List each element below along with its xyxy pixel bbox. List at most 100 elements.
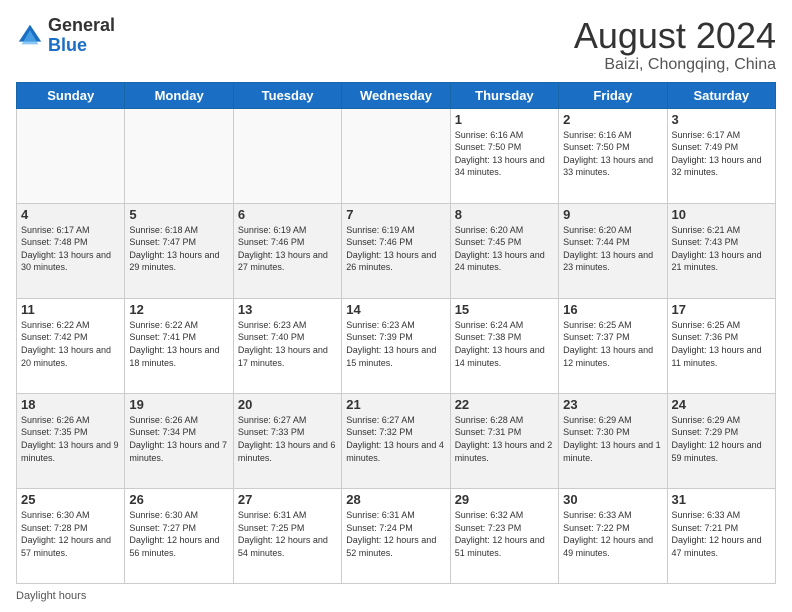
- table-row: 21 Sunrise: 6:27 AM Sunset: 7:32 PM Dayli…: [342, 393, 450, 488]
- table-row: 23Sunrise: 6:29 AM Sunset: 7:30 PM Dayli…: [559, 393, 667, 488]
- table-row: [233, 108, 341, 203]
- table-row: 11 Sunrise: 6:22 AM Sunset: 7:42 PM Dayli…: [17, 298, 125, 393]
- table-row: [125, 108, 233, 203]
- day-number: 25: [21, 492, 120, 507]
- day-info: Sunrise: 6:27 AM Sunset: 7:32 PM Dayligh…: [346, 414, 445, 464]
- day-info: Sunrise: 6:17 AM Sunset: 7:49 PM Dayligh…: [672, 129, 771, 179]
- footer: Daylight hours: [16, 590, 776, 602]
- day-number: 14: [346, 302, 445, 317]
- calendar-table: Sunday Monday Tuesday Wednesday Thursday…: [16, 82, 776, 584]
- day-number: 5: [129, 207, 228, 222]
- page: General Blue August 2024 Baizi, Chongqin…: [0, 0, 792, 612]
- day-number: 29: [455, 492, 554, 507]
- table-row: 14 Sunrise: 6:23 AM Sunset: 7:39 PM Dayli…: [342, 298, 450, 393]
- day-number: 1: [455, 112, 554, 127]
- day-info: Sunrise: 6:33 AM Sunset: 7:22 PM Dayligh…: [563, 509, 662, 559]
- day-info: Sunrise: 6:16 AM Sunset: 7:50 PM Dayligh…: [563, 129, 662, 179]
- table-row: 2 Sunrise: 6:16 AM Sunset: 7:50 PM Daylig…: [559, 108, 667, 203]
- col-wednesday: Wednesday: [342, 82, 450, 108]
- table-row: 13Sunrise: 6:23 AM Sunset: 7:40 PM Dayli…: [233, 298, 341, 393]
- calendar-week-row: 1 Sunrise: 6:16 AM Sunset: 7:50 PM Daylig…: [17, 108, 776, 203]
- day-info: Sunrise: 6:19 AM Sunset: 7:46 PM Dayligh…: [346, 224, 445, 274]
- calendar-week-row: 4 Sunrise: 6:17 AM Sunset: 7:48 PM Daylig…: [17, 203, 776, 298]
- day-number: 17: [672, 302, 771, 317]
- col-saturday: Saturday: [667, 82, 775, 108]
- day-number: 11: [21, 302, 120, 317]
- table-row: 22Sunrise: 6:28 AM Sunset: 7:31 PM Dayli…: [450, 393, 558, 488]
- day-number: 19: [129, 397, 228, 412]
- calendar-header-row: Sunday Monday Tuesday Wednesday Thursday…: [17, 82, 776, 108]
- day-info: Sunrise: 6:20 AM Sunset: 7:44 PM Dayligh…: [563, 224, 662, 274]
- table-row: 31 Sunrise: 6:33 AM Sunset: 7:21 PM Dayli…: [667, 488, 775, 583]
- table-row: 16 Sunrise: 6:25 AM Sunset: 7:37 PM Dayli…: [559, 298, 667, 393]
- day-info: Sunrise: 6:30 AM Sunset: 7:28 PM Dayligh…: [21, 509, 120, 559]
- day-info: Sunrise: 6:31 AM Sunset: 7:24 PM Dayligh…: [346, 509, 445, 559]
- day-number: 9: [563, 207, 662, 222]
- table-row: 27 Sunrise: 6:31 AM Sunset: 7:25 PM Dayli…: [233, 488, 341, 583]
- table-row: 9 Sunrise: 6:20 AM Sunset: 7:44 PM Daylig…: [559, 203, 667, 298]
- col-sunday: Sunday: [17, 82, 125, 108]
- day-number: 4: [21, 207, 120, 222]
- day-number: 7: [346, 207, 445, 222]
- table-row: [17, 108, 125, 203]
- calendar-week-row: 11 Sunrise: 6:22 AM Sunset: 7:42 PM Dayli…: [17, 298, 776, 393]
- day-number: 31: [672, 492, 771, 507]
- calendar-week-row: 18Sunrise: 6:26 AM Sunset: 7:35 PM Dayli…: [17, 393, 776, 488]
- table-row: 3 Sunrise: 6:17 AM Sunset: 7:49 PM Daylig…: [667, 108, 775, 203]
- table-row: 30 Sunrise: 6:33 AM Sunset: 7:22 PM Dayli…: [559, 488, 667, 583]
- table-row: 12Sunrise: 6:22 AM Sunset: 7:41 PM Dayli…: [125, 298, 233, 393]
- table-row: 6Sunrise: 6:19 AM Sunset: 7:46 PM Daylig…: [233, 203, 341, 298]
- day-info: Sunrise: 6:27 AM Sunset: 7:33 PM Dayligh…: [238, 414, 337, 464]
- day-info: Sunrise: 6:19 AM Sunset: 7:46 PM Dayligh…: [238, 224, 337, 274]
- day-info: Sunrise: 6:16 AM Sunset: 7:50 PM Dayligh…: [455, 129, 554, 179]
- month-title: August 2024: [574, 16, 776, 56]
- table-row: 10 Sunrise: 6:21 AM Sunset: 7:43 PM Dayli…: [667, 203, 775, 298]
- day-number: 27: [238, 492, 337, 507]
- day-info: Sunrise: 6:25 AM Sunset: 7:37 PM Dayligh…: [563, 319, 662, 369]
- header: General Blue August 2024 Baizi, Chongqin…: [16, 16, 776, 74]
- table-row: 1 Sunrise: 6:16 AM Sunset: 7:50 PM Daylig…: [450, 108, 558, 203]
- table-row: 24Sunrise: 6:29 AM Sunset: 7:29 PM Dayli…: [667, 393, 775, 488]
- day-number: 10: [672, 207, 771, 222]
- day-info: Sunrise: 6:23 AM Sunset: 7:39 PM Dayligh…: [346, 319, 445, 369]
- table-row: 5Sunrise: 6:18 AM Sunset: 7:47 PM Daylig…: [125, 203, 233, 298]
- day-number: 3: [672, 112, 771, 127]
- location: Baizi, Chongqing, China: [574, 56, 776, 74]
- table-row: 7 Sunrise: 6:19 AM Sunset: 7:46 PM Daylig…: [342, 203, 450, 298]
- day-number: 22: [455, 397, 554, 412]
- day-info: Sunrise: 6:20 AM Sunset: 7:45 PM Dayligh…: [455, 224, 554, 274]
- col-monday: Monday: [125, 82, 233, 108]
- day-number: 16: [563, 302, 662, 317]
- day-info: Sunrise: 6:29 AM Sunset: 7:30 PM Dayligh…: [563, 414, 662, 464]
- logo: General Blue: [16, 16, 115, 56]
- table-row: 4 Sunrise: 6:17 AM Sunset: 7:48 PM Daylig…: [17, 203, 125, 298]
- day-info: Sunrise: 6:17 AM Sunset: 7:48 PM Dayligh…: [21, 224, 120, 274]
- day-number: 2: [563, 112, 662, 127]
- day-number: 21: [346, 397, 445, 412]
- day-info: Sunrise: 6:33 AM Sunset: 7:21 PM Dayligh…: [672, 509, 771, 559]
- day-number: 28: [346, 492, 445, 507]
- table-row: 19 Sunrise: 6:26 AM Sunset: 7:34 PM Dayli…: [125, 393, 233, 488]
- day-info: Sunrise: 6:31 AM Sunset: 7:25 PM Dayligh…: [238, 509, 337, 559]
- day-number: 30: [563, 492, 662, 507]
- col-thursday: Thursday: [450, 82, 558, 108]
- table-row: 29 Sunrise: 6:32 AM Sunset: 7:23 PM Dayli…: [450, 488, 558, 583]
- day-info: Sunrise: 6:32 AM Sunset: 7:23 PM Dayligh…: [455, 509, 554, 559]
- table-row: 20Sunrise: 6:27 AM Sunset: 7:33 PM Dayli…: [233, 393, 341, 488]
- table-row: 25 Sunrise: 6:30 AM Sunset: 7:28 PM Dayli…: [17, 488, 125, 583]
- table-row: 8Sunrise: 6:20 AM Sunset: 7:45 PM Daylig…: [450, 203, 558, 298]
- day-info: Sunrise: 6:21 AM Sunset: 7:43 PM Dayligh…: [672, 224, 771, 274]
- day-info: Sunrise: 6:25 AM Sunset: 7:36 PM Dayligh…: [672, 319, 771, 369]
- table-row: [342, 108, 450, 203]
- day-number: 26: [129, 492, 228, 507]
- logo-icon: [16, 22, 44, 50]
- table-row: 17 Sunrise: 6:25 AM Sunset: 7:36 PM Dayli…: [667, 298, 775, 393]
- logo-blue-text: Blue: [48, 35, 87, 55]
- day-info: Sunrise: 6:22 AM Sunset: 7:42 PM Dayligh…: [21, 319, 120, 369]
- table-row: 18Sunrise: 6:26 AM Sunset: 7:35 PM Dayli…: [17, 393, 125, 488]
- logo-general-text: General: [48, 15, 115, 35]
- day-info: Sunrise: 6:26 AM Sunset: 7:34 PM Dayligh…: [129, 414, 228, 464]
- day-info: Sunrise: 6:23 AM Sunset: 7:40 PM Dayligh…: [238, 319, 337, 369]
- daylight-hours-label: Daylight hours: [16, 590, 86, 602]
- table-row: 15Sunrise: 6:24 AM Sunset: 7:38 PM Dayli…: [450, 298, 558, 393]
